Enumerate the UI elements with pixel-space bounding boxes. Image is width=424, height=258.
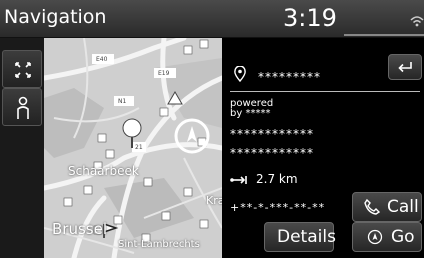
screen-title: Navigation [4,6,107,28]
road-label-e19: E19 [158,70,170,77]
town-label-schaarbeek: Schaarbeek [68,164,139,178]
town-label-kra: Kra [206,194,222,207]
voice-command-button[interactable] [2,88,42,126]
distance-arrow-icon [230,176,247,184]
fullscreen-button[interactable] [2,50,42,88]
navigation-screen: Navigation 3:19 E40 E19 N1 21 Schaarbeek… [0,0,424,258]
call-button[interactable]: Call [352,192,422,222]
powered-by: by ***** [230,108,271,119]
phone-icon [364,198,381,215]
wifi-icon [410,16,424,27]
title-divider [230,91,420,92]
road-label-21: 21 [135,144,143,151]
back-button[interactable] [388,54,422,80]
destination-info-panel: ********* powered by ***** ************ … [222,38,424,258]
details-button[interactable]: Details [264,222,336,252]
go-label: Go [391,227,415,247]
phone-number: +**-*-***-**-** [230,201,326,214]
road-label-e40: E40 [96,56,108,63]
details-label: Details [277,227,336,247]
address-line-2: ************ [230,146,314,160]
go-button[interactable]: Go [352,222,422,252]
map-view[interactable]: E40 E19 N1 21 Schaarbeek Brussel Sint-La… [44,38,222,258]
town-label-brussel: Brussel [52,220,107,238]
navigation-arrow-icon [367,229,383,245]
back-arrow-icon [398,62,412,73]
road-label-n1: N1 [118,98,127,105]
call-label: Call [387,197,419,217]
title-underline [344,34,424,36]
clock: 3:19 [283,4,337,32]
distance-value: 2.7 km [256,172,298,186]
place-name: ********* [258,70,321,84]
expand-icon [15,62,31,78]
location-pin-icon [234,66,246,82]
left-toolbar [0,38,44,258]
address-line-1: ************ [230,127,314,141]
title-bar: Navigation 3:19 [0,0,424,38]
voice-person-icon [17,96,29,119]
town-label-sint-lambrechts: Sint-Lambrechts [118,239,200,250]
